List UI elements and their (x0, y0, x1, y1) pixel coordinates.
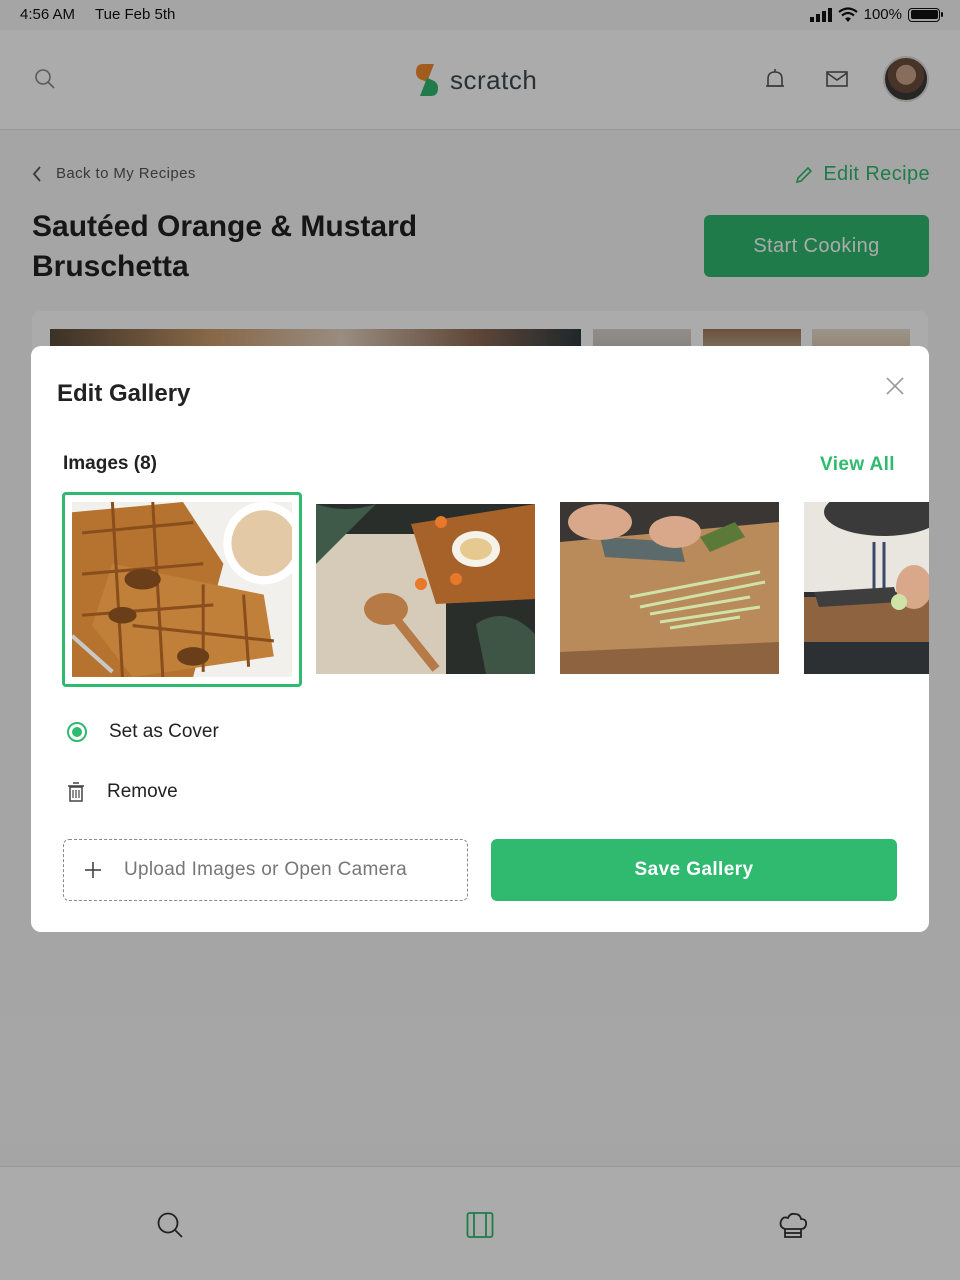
plus-icon (85, 862, 101, 878)
cucumber-image (560, 502, 779, 674)
trash-icon (68, 782, 84, 802)
modal-title: Edit Gallery (57, 380, 191, 407)
view-all-link[interactable]: View All (820, 454, 895, 476)
chef-image (804, 502, 929, 674)
edit-gallery-modal: Edit Gallery Images (8) View All Set as … (31, 346, 929, 932)
gallery-image-waffles[interactable] (62, 492, 302, 687)
image-thumbnails (31, 492, 929, 692)
upload-label: Upload Images or Open Camera (124, 859, 407, 880)
set-as-cover-label: Set as Cover (109, 721, 219, 742)
remove-label: Remove (107, 781, 178, 802)
gallery-image-slicing-cucumber[interactable] (560, 502, 779, 674)
close-icon[interactable] (885, 376, 905, 396)
save-gallery-button[interactable]: Save Gallery (491, 839, 897, 901)
gallery-image-chef-cutting[interactable] (804, 502, 929, 674)
gallery-image-turmeric-spoon[interactable] (316, 504, 535, 674)
set-as-cover-option[interactable]: Set as Cover (67, 721, 219, 743)
upload-images-button[interactable]: Upload Images or Open Camera (63, 839, 468, 901)
remove-option[interactable]: Remove (67, 781, 178, 803)
turmeric-image (316, 504, 535, 674)
waffles-image (72, 502, 292, 677)
images-count-label: Images (8) (63, 453, 157, 474)
radio-selected-icon[interactable] (67, 722, 87, 742)
